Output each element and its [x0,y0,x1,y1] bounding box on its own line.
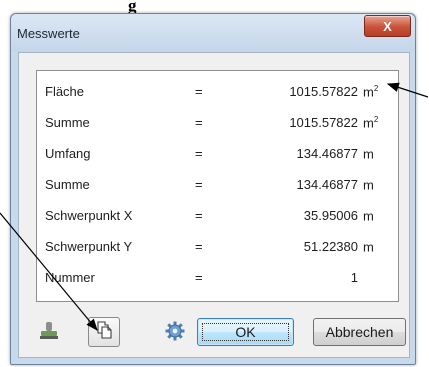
equals-sign: = [195,208,203,223]
equals-sign: = [195,177,203,192]
measurement-list: Fläche = 1015.57822 m2 Summe = 1015.5782… [36,70,399,302]
dialog-client-area: Fläche = 1015.57822 m2 Summe = 1015.5782… [18,52,410,358]
measurement-value: 1015.57822 [289,115,358,130]
measurement-row: Summe = 1015.57822 m2 [37,113,398,133]
measurement-label: Umfang [45,146,91,161]
measurement-label: Schwerpunkt X [45,208,133,223]
measurement-unit: m2 [363,84,379,100]
measurement-row: Nummer = 1 [37,268,398,288]
cancel-button-label: Abbrechen [325,324,394,340]
copy-button[interactable] [88,317,120,347]
measurement-unit: m [363,146,374,162]
cancel-button[interactable]: Abbrechen [313,318,406,346]
measurement-value: 134.46877 [296,177,358,192]
equals-sign: = [195,239,203,254]
measurement-value: 1 [350,270,358,285]
measurement-row: Umfang = 134.46877 m [37,144,398,164]
gear-icon[interactable] [162,318,188,344]
title-bar: Messwerte X [11,14,415,52]
ok-button[interactable]: OK [197,318,294,346]
stamp-icon[interactable] [36,318,62,344]
measurement-value: 51.22380 [303,239,358,254]
copy-icon [94,320,114,345]
button-bar: OK Abbrechen [19,311,409,353]
measurement-unit: m [363,208,374,224]
focus-rectangle [202,323,289,341]
measurement-label: Schwerpunkt Y [45,239,133,254]
measurement-label: Summe [45,177,90,192]
measurement-unit: m [363,239,374,255]
measurement-value: 1015.57822 [289,84,358,99]
measurement-row: Summe = 134.46877 m [37,175,398,195]
equals-sign: = [195,84,203,99]
measurement-row: Schwerpunkt X = 35.95006 m [37,206,398,226]
measurement-value: 134.46877 [296,146,358,161]
dialog-window: Messwerte X Fläche = 1015.57822 m2 Summe… [10,13,416,365]
window-title: Messwerte [17,26,80,41]
close-button[interactable]: X [364,15,411,37]
equals-sign: = [195,115,203,130]
measurement-unit: m2 [363,115,379,131]
measurement-value: 35.95006 [303,208,358,223]
equals-sign: = [195,270,203,285]
measurement-row: Schwerpunkt Y = 51.22380 m [37,237,398,257]
equals-sign: = [195,146,203,161]
measurement-label: Fläche [45,84,85,99]
measurement-label: Nummer [45,270,95,285]
measurement-row: Fläche = 1015.57822 m2 [37,82,398,102]
measurement-unit: m [363,177,374,193]
measurement-label: Summe [45,115,90,130]
